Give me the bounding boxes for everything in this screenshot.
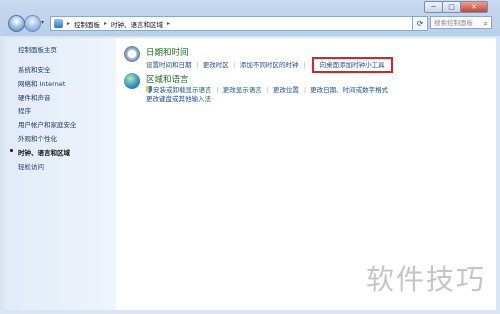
- sidebar: 控制面板主页 系统和安全 网络和 Internet 硬件和声音 程序 用户帐户和…: [4, 38, 116, 310]
- link-set-time-date[interactable]: 设置时间和日期: [146, 61, 192, 69]
- sidebar-item-clock-language-region[interactable]: 时钟、语言和区域: [10, 147, 116, 157]
- sidebar-item-ease-of-access[interactable]: 轻松访问: [18, 161, 116, 171]
- clock-icon[interactable]: [124, 46, 140, 62]
- link-change-timezone[interactable]: 更改时区: [203, 61, 229, 69]
- link-change-location[interactable]: 更改位置: [273, 86, 299, 94]
- sidebar-item-programs[interactable]: 程序: [18, 105, 116, 115]
- sidebar-item-network[interactable]: 网络和 Internet: [18, 78, 116, 88]
- link-change-formats[interactable]: 更改日期、时间或数字格式: [310, 86, 388, 94]
- breadcrumb-clock-language-region[interactable]: 时钟、语言和区域: [111, 19, 163, 29]
- minimize-button[interactable]: ─: [424, 1, 443, 13]
- forward-button[interactable]: ›: [24, 15, 41, 32]
- sidebar-item-user-accounts[interactable]: 用户帐户和家庭安全: [18, 119, 116, 129]
- date-time-links: 设置时间和日期 | 更改时区 | 添加不同时区的时钟 | 向桌面添加时钟小工具: [146, 57, 394, 73]
- globe-icon[interactable]: [124, 73, 140, 89]
- breadcrumb-control-panel[interactable]: 控制面板: [74, 19, 100, 29]
- content-area: 控制面板主页 系统和安全 网络和 Internet 硬件和声音 程序 用户帐户和…: [4, 38, 496, 310]
- window-frame: ─ □ ✕ ‹ › ▾ ▸ 控制面板 ▸ 时钟、语言和区域 ▸ ⟳ 搜索控制面板…: [0, 0, 500, 314]
- region-links-row2: 更改键盘或其他输入法: [146, 93, 211, 103]
- back-button[interactable]: ‹: [8, 15, 25, 32]
- category-title-date-time[interactable]: 日期和时间: [146, 46, 189, 58]
- chevron-right-icon: ▸: [67, 20, 71, 27]
- link-add-clocks[interactable]: 添加不同时区的时钟: [240, 61, 299, 69]
- link-add-clock-gadget[interactable]: 向桌面添加时钟小工具: [311, 57, 393, 73]
- search-placeholder: 搜索控制面板: [434, 19, 473, 27]
- link-change-display-language[interactable]: 更改显示语言: [223, 86, 262, 94]
- main-panel: 日期和时间 设置时间和日期 | 更改时区 | 添加不同时区的时钟 | 向桌面添加时钟小工具 …: [116, 38, 496, 310]
- refresh-icon[interactable]: ⟳: [412, 16, 428, 31]
- sidebar-item-system-security[interactable]: 系统和安全: [18, 64, 116, 74]
- address-bar[interactable]: ▸ 控制面板 ▸ 时钟、语言和区域 ▸: [50, 16, 415, 31]
- close-button[interactable]: ✕: [460, 1, 488, 13]
- search-icon[interactable]: ⌕: [484, 17, 488, 30]
- link-change-keyboard[interactable]: 更改键盘或其他输入法: [146, 95, 211, 103]
- control-panel-icon: [54, 19, 63, 28]
- watermark: 软件技巧: [365, 263, 486, 296]
- shield-icon: [146, 86, 152, 93]
- chevron-right-icon: ▸: [104, 20, 108, 27]
- search-input[interactable]: 搜索控制面板 ⌕: [430, 16, 492, 29]
- sidebar-item-appearance[interactable]: 外观和个性化: [18, 133, 116, 143]
- sidebar-item-hardware-sound[interactable]: 硬件和声音: [18, 92, 116, 102]
- history-dropdown-icon[interactable]: ▾: [41, 19, 44, 26]
- sidebar-home-link[interactable]: 控制面板主页: [18, 44, 116, 54]
- window-controls: ─ □ ✕: [424, 1, 488, 13]
- navigation-bar: ‹ › ▾ ▸ 控制面板 ▸ 时钟、语言和区域 ▸ ⟳ 搜索控制面板 ⌕: [4, 15, 496, 35]
- maximize-button[interactable]: □: [442, 1, 461, 13]
- chevron-right-icon: ▸: [167, 20, 171, 27]
